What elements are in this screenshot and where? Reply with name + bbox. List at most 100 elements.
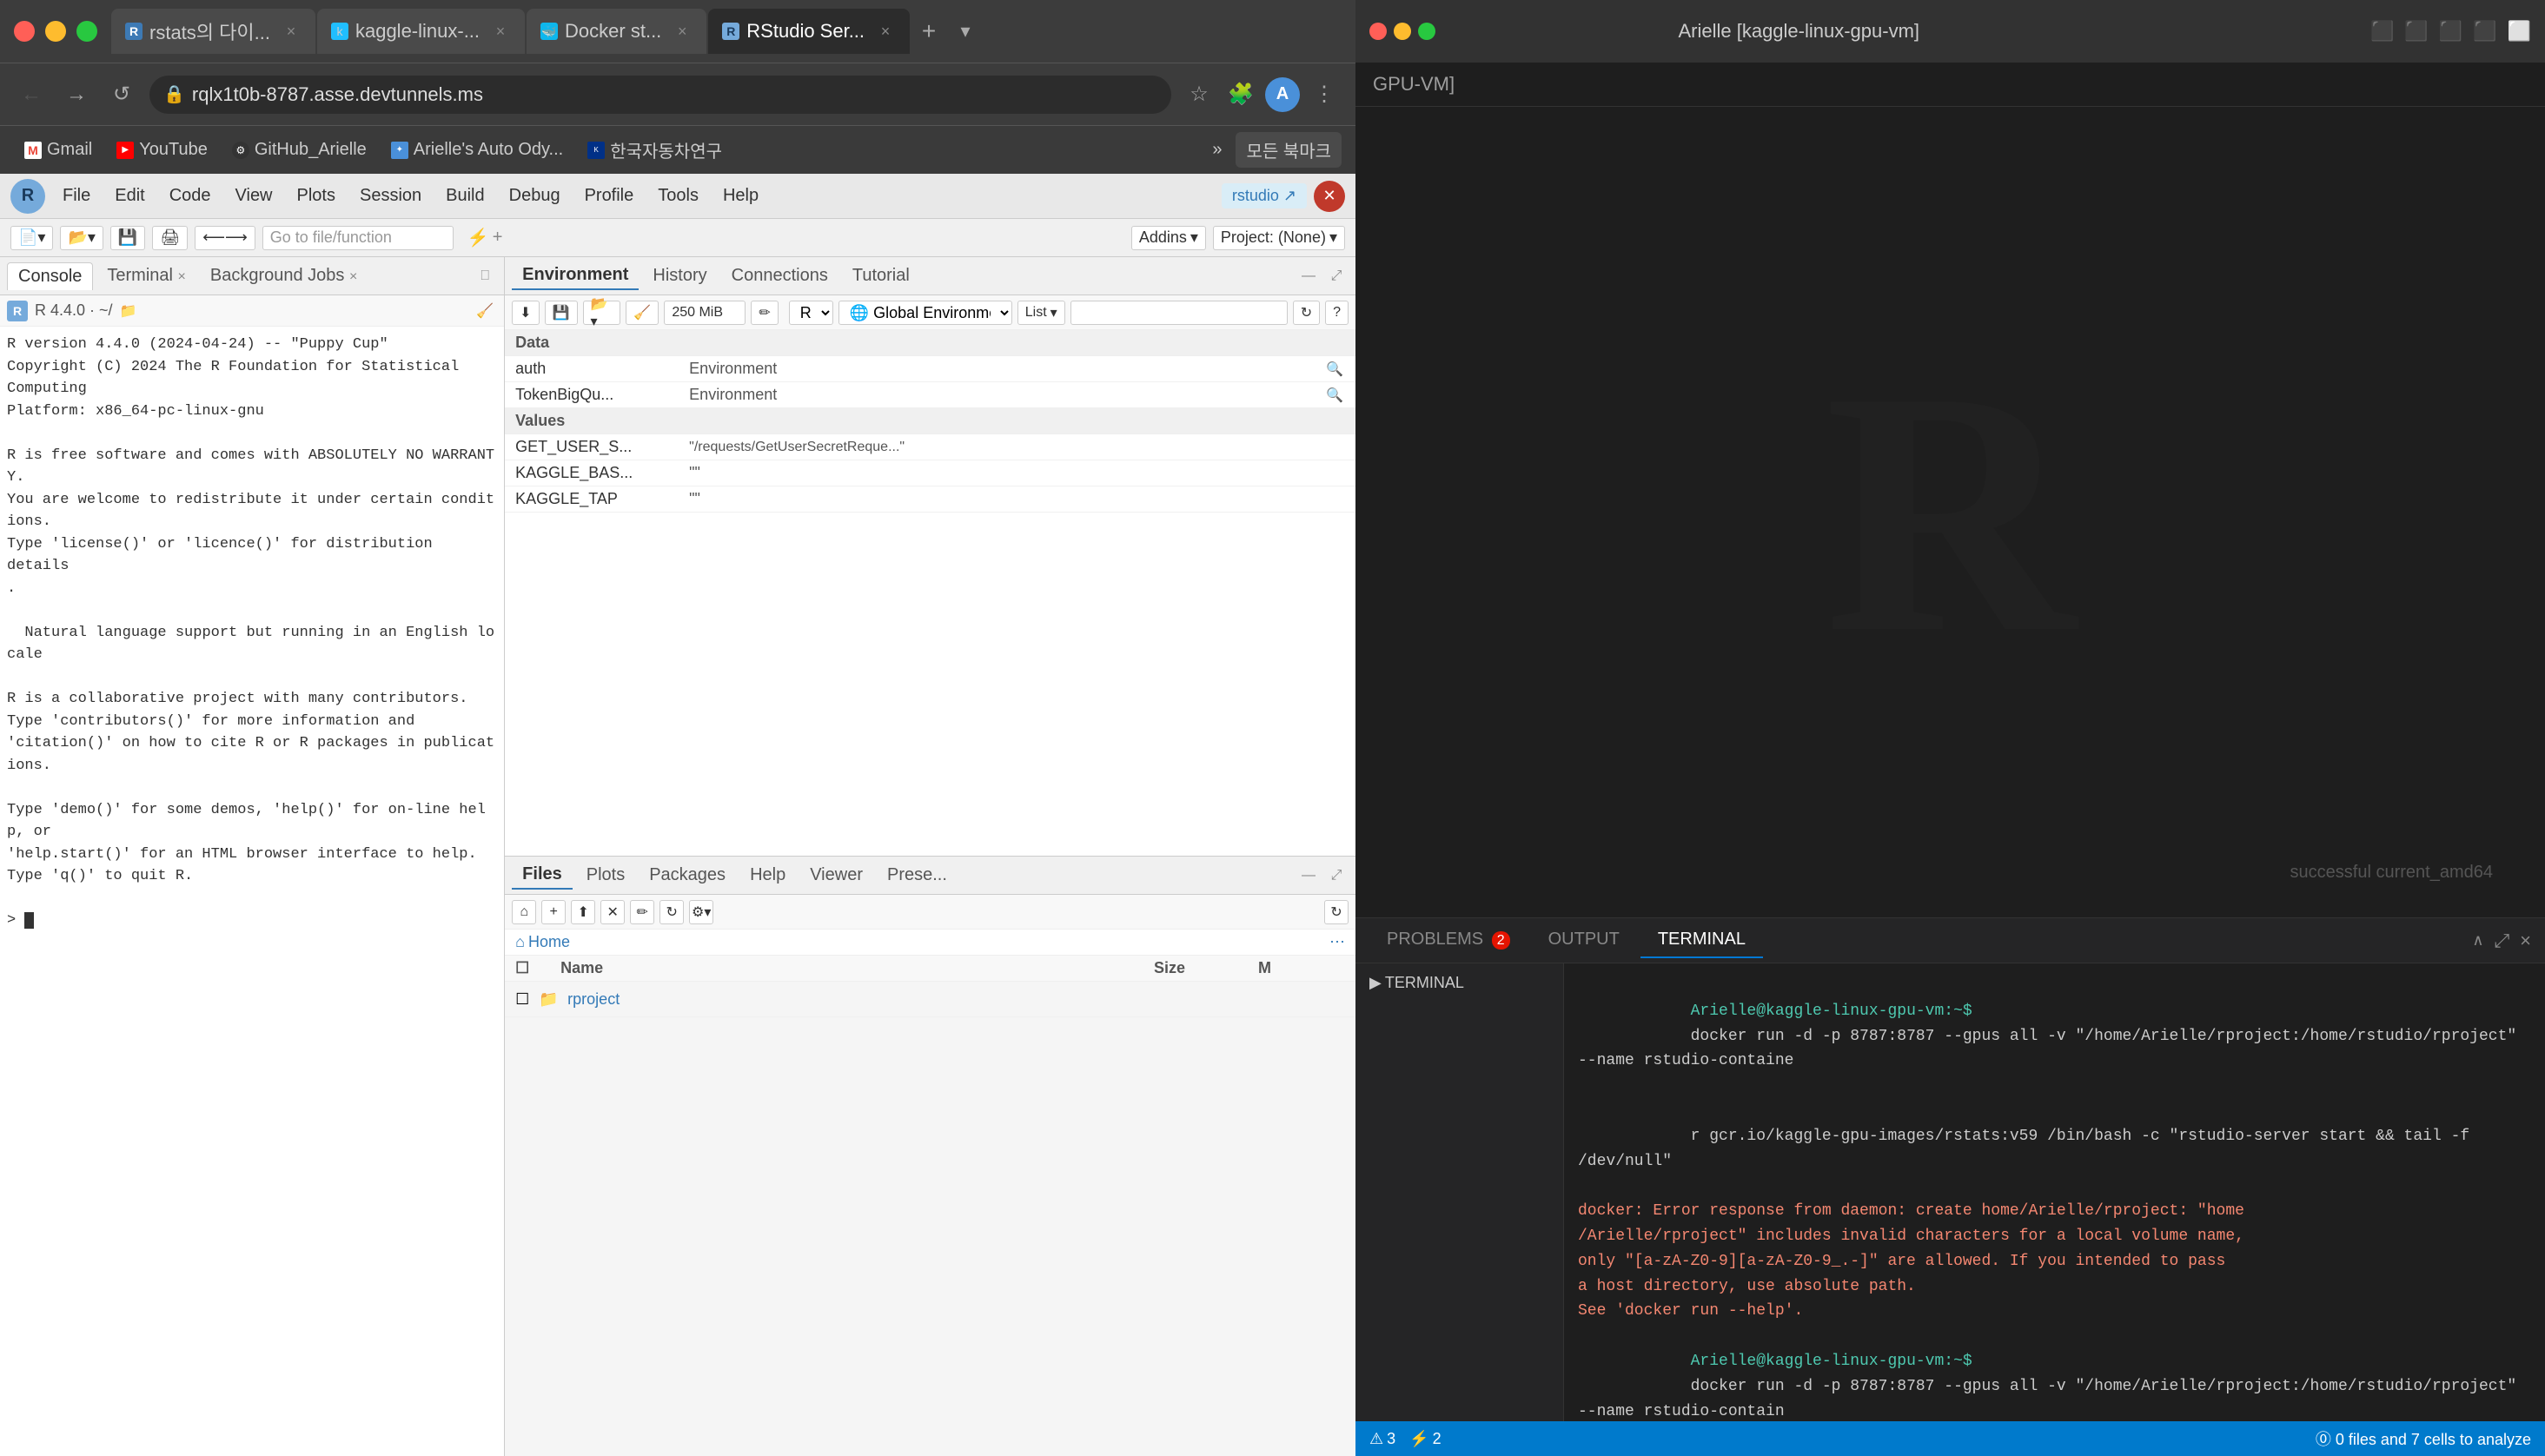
user-avatar[interactable]: ✕: [1314, 181, 1345, 212]
close-button[interactable]: [14, 21, 35, 42]
env-edit-btn[interactable]: ✏: [751, 301, 778, 325]
clear-console-button[interactable]: 🧹: [473, 299, 497, 323]
tab-close-rstats[interactable]: ×: [281, 21, 302, 42]
statusbar-warnings[interactable]: ⚡ 2: [1409, 1430, 1441, 1448]
load-env-btn[interactable]: 📂▾: [583, 301, 621, 325]
terminal-tab-close[interactable]: ×: [178, 269, 186, 284]
all-bookmarks-button[interactable]: 모든 북마크: [1236, 132, 1342, 168]
bookmark-github[interactable]: ⚙ GitHub_Arielle: [222, 135, 377, 165]
tab-close-kaggle[interactable]: ×: [490, 21, 511, 42]
files-refresh2-btn[interactable]: ↻: [1324, 900, 1349, 924]
r-select[interactable]: R: [789, 301, 833, 325]
refresh-env-btn[interactable]: ↻: [1293, 301, 1320, 325]
console-prompt[interactable]: >: [7, 910, 497, 932]
global-env-select[interactable]: 🌐 Global Environment: [838, 301, 1012, 325]
tab-terminal-vscode[interactable]: TERMINAL: [1640, 923, 1763, 958]
breadcrumb-home[interactable]: Home: [528, 933, 570, 951]
bookmark-gmail[interactable]: M Gmail: [14, 135, 103, 165]
tab-terminal[interactable]: Terminal ×: [96, 262, 196, 289]
env-search-input[interactable]: [1070, 301, 1288, 325]
bookmark-star-button[interactable]: ☆: [1182, 77, 1216, 112]
terminal-output[interactable]: Arielle@kaggle-linux-gpu-vm:~$ docker ru…: [1564, 963, 2545, 1421]
files-upload-btn[interactable]: ⬆: [571, 900, 595, 924]
file-name-rproject[interactable]: rproject: [567, 990, 1154, 1009]
tab-history[interactable]: History: [642, 262, 717, 289]
tab-close-rstudio[interactable]: ×: [875, 21, 896, 42]
maximize-env-button[interactable]: ⤢: [1324, 264, 1349, 288]
clear-env-btn[interactable]: 🧹: [626, 301, 659, 325]
memory-btn[interactable]: 250 MiB: [664, 301, 746, 325]
addins-button[interactable]: Addins ▾: [1131, 226, 1206, 250]
history-nav-button[interactable]: ⟵⟶: [195, 226, 255, 250]
tab-problems[interactable]: PROBLEMS 2: [1369, 923, 1528, 958]
tab-connections[interactable]: Connections: [721, 262, 838, 289]
menu-plots[interactable]: Plots: [287, 182, 346, 209]
menu-view[interactable]: View: [225, 182, 283, 209]
tab-console[interactable]: Console: [7, 262, 93, 290]
files-more-btn[interactable]: ⋯: [1329, 933, 1345, 951]
tab-docker[interactable]: 🐳 Docker st... ×: [527, 9, 706, 54]
menu-tools[interactable]: Tools: [647, 182, 709, 209]
files-refresh-btn[interactable]: ↻: [659, 900, 684, 924]
maximize-files-button[interactable]: ⤢: [1324, 864, 1349, 888]
save-button[interactable]: 💾: [110, 226, 145, 250]
menu-button[interactable]: ⋮: [1307, 77, 1342, 112]
extensions-button[interactable]: 🧩: [1223, 77, 1258, 112]
menu-help[interactable]: Help: [712, 182, 769, 209]
tab-presentation[interactable]: Prese...: [877, 862, 958, 889]
save-env-btn[interactable]: 💾: [545, 301, 578, 325]
collapse-panel-button[interactable]: ∧: [2472, 931, 2483, 950]
menu-edit[interactable]: Edit: [104, 182, 155, 209]
minimize-button[interactable]: [45, 21, 66, 42]
menu-file[interactable]: File: [52, 182, 101, 209]
files-new-folder-btn[interactable]: +: [541, 900, 566, 924]
layout-full-icon[interactable]: ⬜: [2508, 20, 2531, 43]
tab-background-jobs[interactable]: Background Jobs ×: [200, 262, 368, 289]
bookmark-arielle[interactable]: ✦ Arielle's Auto Ody...: [381, 135, 573, 165]
tab-output[interactable]: OUTPUT: [1531, 923, 1637, 958]
menu-code[interactable]: Code: [159, 182, 222, 209]
vscode-close-btn[interactable]: [1369, 23, 1387, 40]
tab-rstats[interactable]: R rstats의 다이... ×: [111, 9, 315, 54]
list-view-btn[interactable]: List ▾: [1017, 301, 1065, 325]
collapse-left-panel-button[interactable]: ⎕: [473, 264, 497, 288]
menu-debug[interactable]: Debug: [499, 182, 571, 209]
vscode-minimize-btn[interactable]: [1394, 23, 1411, 40]
help-env-btn[interactable]: ?: [1325, 301, 1349, 325]
files-delete-btn[interactable]: ✕: [600, 900, 625, 924]
tab-packages[interactable]: Packages: [639, 862, 736, 889]
new-file-button[interactable]: 📄▾: [10, 226, 53, 250]
project-button[interactable]: Project: (None) ▾: [1213, 226, 1345, 250]
layout-panel-icon[interactable]: ⬛: [2404, 20, 2428, 43]
open-file-button[interactable]: 📂▾: [60, 226, 103, 250]
layout-sidebar-icon[interactable]: ⬛: [2370, 20, 2394, 43]
tab-files[interactable]: Files: [512, 861, 573, 890]
address-bar[interactable]: 🔒 rqlx1t0b-8787.asse.devtunnels.ms: [149, 76, 1171, 114]
refresh-button[interactable]: ↺: [104, 77, 139, 112]
statusbar-errors[interactable]: ⚠ 3: [1369, 1430, 1395, 1448]
forward-button[interactable]: →: [59, 77, 94, 112]
bookmark-kaist[interactable]: K 한국자동차연구: [577, 132, 732, 168]
tab-plots[interactable]: Plots: [576, 862, 635, 889]
expand-panel-button[interactable]: ⤢: [2495, 930, 2510, 952]
layout-statusbar-icon[interactable]: ⬛: [2439, 20, 2462, 43]
tab-close-docker[interactable]: ×: [672, 21, 693, 42]
tab-kaggle[interactable]: k kaggle-linux-... ×: [317, 9, 525, 54]
file-checkbox-rproject[interactable]: ☐: [515, 990, 536, 1009]
vscode-maximize-btn[interactable]: [1418, 23, 1435, 40]
minimize-files-button[interactable]: —: [1296, 864, 1321, 888]
close-panel-button[interactable]: ×: [2520, 930, 2531, 952]
files-rename-btn[interactable]: ✏: [630, 900, 654, 924]
layout-activity-icon[interactable]: ⬛: [2473, 20, 2496, 43]
tab-rstudio[interactable]: R RStudio Ser... ×: [708, 9, 910, 54]
files-home-btn[interactable]: ⌂: [512, 900, 536, 924]
maximize-button[interactable]: [76, 21, 97, 42]
files-select-all[interactable]: ☐: [515, 959, 536, 977]
go-to-file-input[interactable]: Go to file/function: [262, 226, 454, 250]
new-tab-button[interactable]: +: [911, 14, 946, 49]
tab-help[interactable]: Help: [739, 862, 796, 889]
menu-profile[interactable]: Profile: [574, 182, 645, 209]
bookmarks-more-button[interactable]: »: [1202, 135, 1232, 165]
print-button[interactable]: 🖨: [152, 226, 188, 250]
bgjobs-tab-close[interactable]: ×: [349, 269, 357, 284]
